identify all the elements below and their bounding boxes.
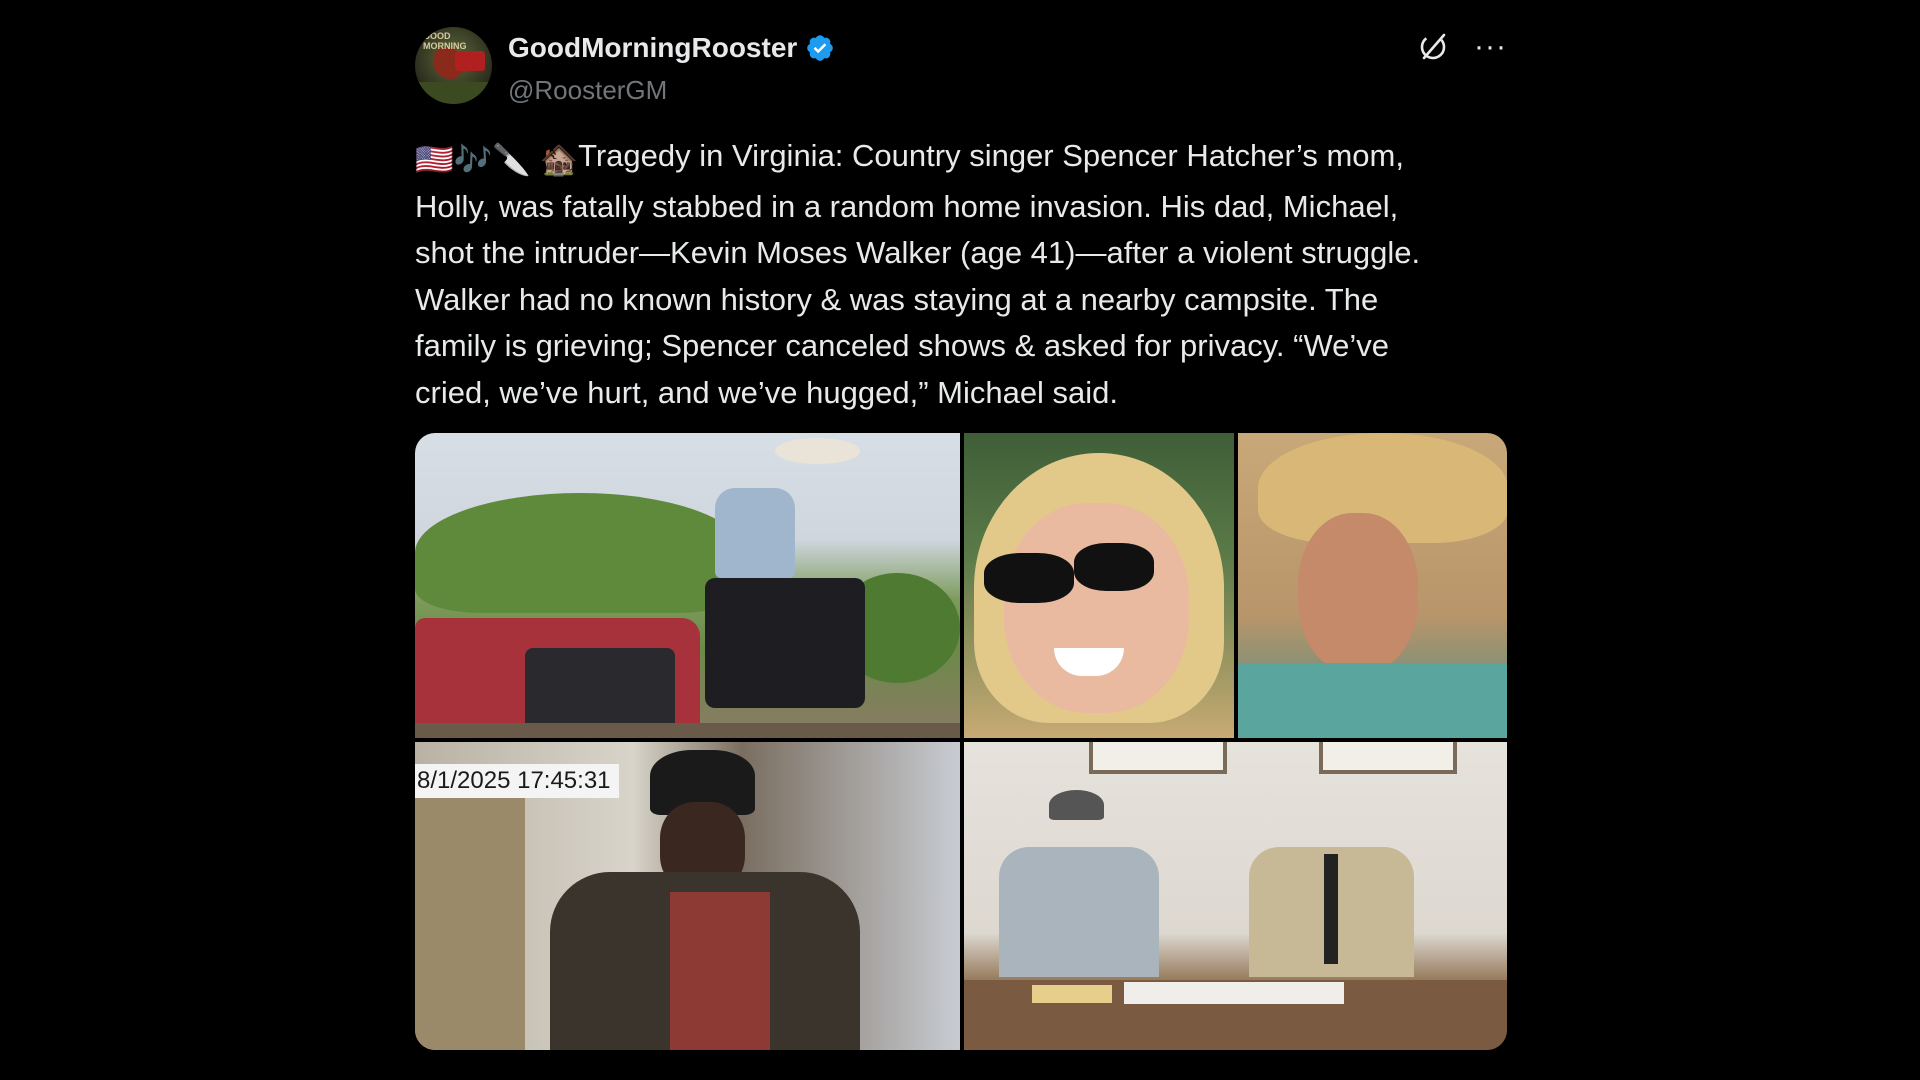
man-jeans — [705, 578, 865, 708]
tweet-line-6: cried, we’ve hurt, and we’ve hugged,” Mi… — [415, 374, 1119, 410]
photo-woman-sunglasses[interactable] — [964, 433, 1234, 738]
tweet-actions-top: ··· — [1416, 30, 1507, 64]
shirt — [1238, 663, 1507, 738]
avatar[interactable]: GOOD MORNING — [415, 27, 492, 104]
tweet-line-2: Holly, was fatally stabbed in a random h… — [415, 188, 1399, 224]
photo-security-camera[interactable]: 8/1/2025 17:45:31 — [415, 742, 960, 1050]
tweet-line-3: shot the intruder—Kevin Moses Walker (ag… — [415, 235, 1421, 270]
us-flag-icon: 🇺🇸 — [415, 142, 454, 177]
documents — [1124, 982, 1344, 1004]
avatar-ground — [415, 82, 492, 104]
picture-frame — [1089, 742, 1227, 774]
avatar-text: GOOD MORNING — [423, 31, 467, 51]
more-options-icon[interactable]: ··· — [1474, 32, 1507, 62]
camera-timestamp: 8/1/2025 17:45:31 — [415, 764, 619, 798]
photo-man-on-truck[interactable] — [415, 433, 960, 738]
grok-icon[interactable] — [1416, 30, 1450, 64]
store-shelves — [415, 782, 525, 1050]
music-notes-icon: 🎶 — [453, 142, 493, 177]
tweet-line-4: Walker had no known history & was stayin… — [415, 281, 1379, 317]
sunglasses-icon — [984, 553, 1074, 603]
photo-man-cowboy-hat[interactable] — [1238, 433, 1507, 738]
sunglasses-icon — [1074, 543, 1154, 591]
man-shirt — [999, 847, 1159, 977]
folder — [1032, 985, 1112, 1003]
deputy-tie — [1324, 854, 1338, 964]
knife-icon: 🔪 — [492, 142, 531, 177]
verified-badge-icon[interactable] — [805, 33, 835, 63]
author-handle[interactable]: @RoosterGM — [508, 75, 667, 106]
tree-foliage — [415, 493, 745, 613]
man-cap — [1049, 790, 1104, 820]
tweet: GOOD MORNING GoodMorningRooster @Rooster… — [415, 25, 1507, 1055]
face — [1298, 513, 1418, 673]
tweet-text: 🇺🇸🎶🔪 🏚️Tragedy in Virginia: Country sing… — [415, 133, 1507, 416]
person-shirt — [670, 892, 770, 1050]
house-icon: 🏚️ — [539, 142, 579, 177]
cowboy-hat — [775, 438, 860, 464]
media-grid: 8/1/2025 17:45:31 — [415, 433, 1507, 1050]
picture-frame — [1319, 742, 1457, 774]
man-shirt — [715, 488, 795, 578]
truck-bed — [415, 723, 960, 738]
tweet-line-1: 🇺🇸🎶🔪 🏚️Tragedy in Virginia: Country sing… — [415, 133, 1507, 184]
author-name-row[interactable]: GoodMorningRooster — [508, 30, 835, 66]
tweet-line-5: family is grieving; Spencer canceled sho… — [415, 328, 1390, 363]
face — [1004, 503, 1189, 713]
tweet-line-text: Tragedy in Virginia: Country singer Spen… — [578, 138, 1404, 173]
photo-press-conference[interactable] — [964, 742, 1507, 1050]
avatar-badge — [455, 51, 485, 71]
display-name[interactable]: GoodMorningRooster — [508, 32, 797, 64]
